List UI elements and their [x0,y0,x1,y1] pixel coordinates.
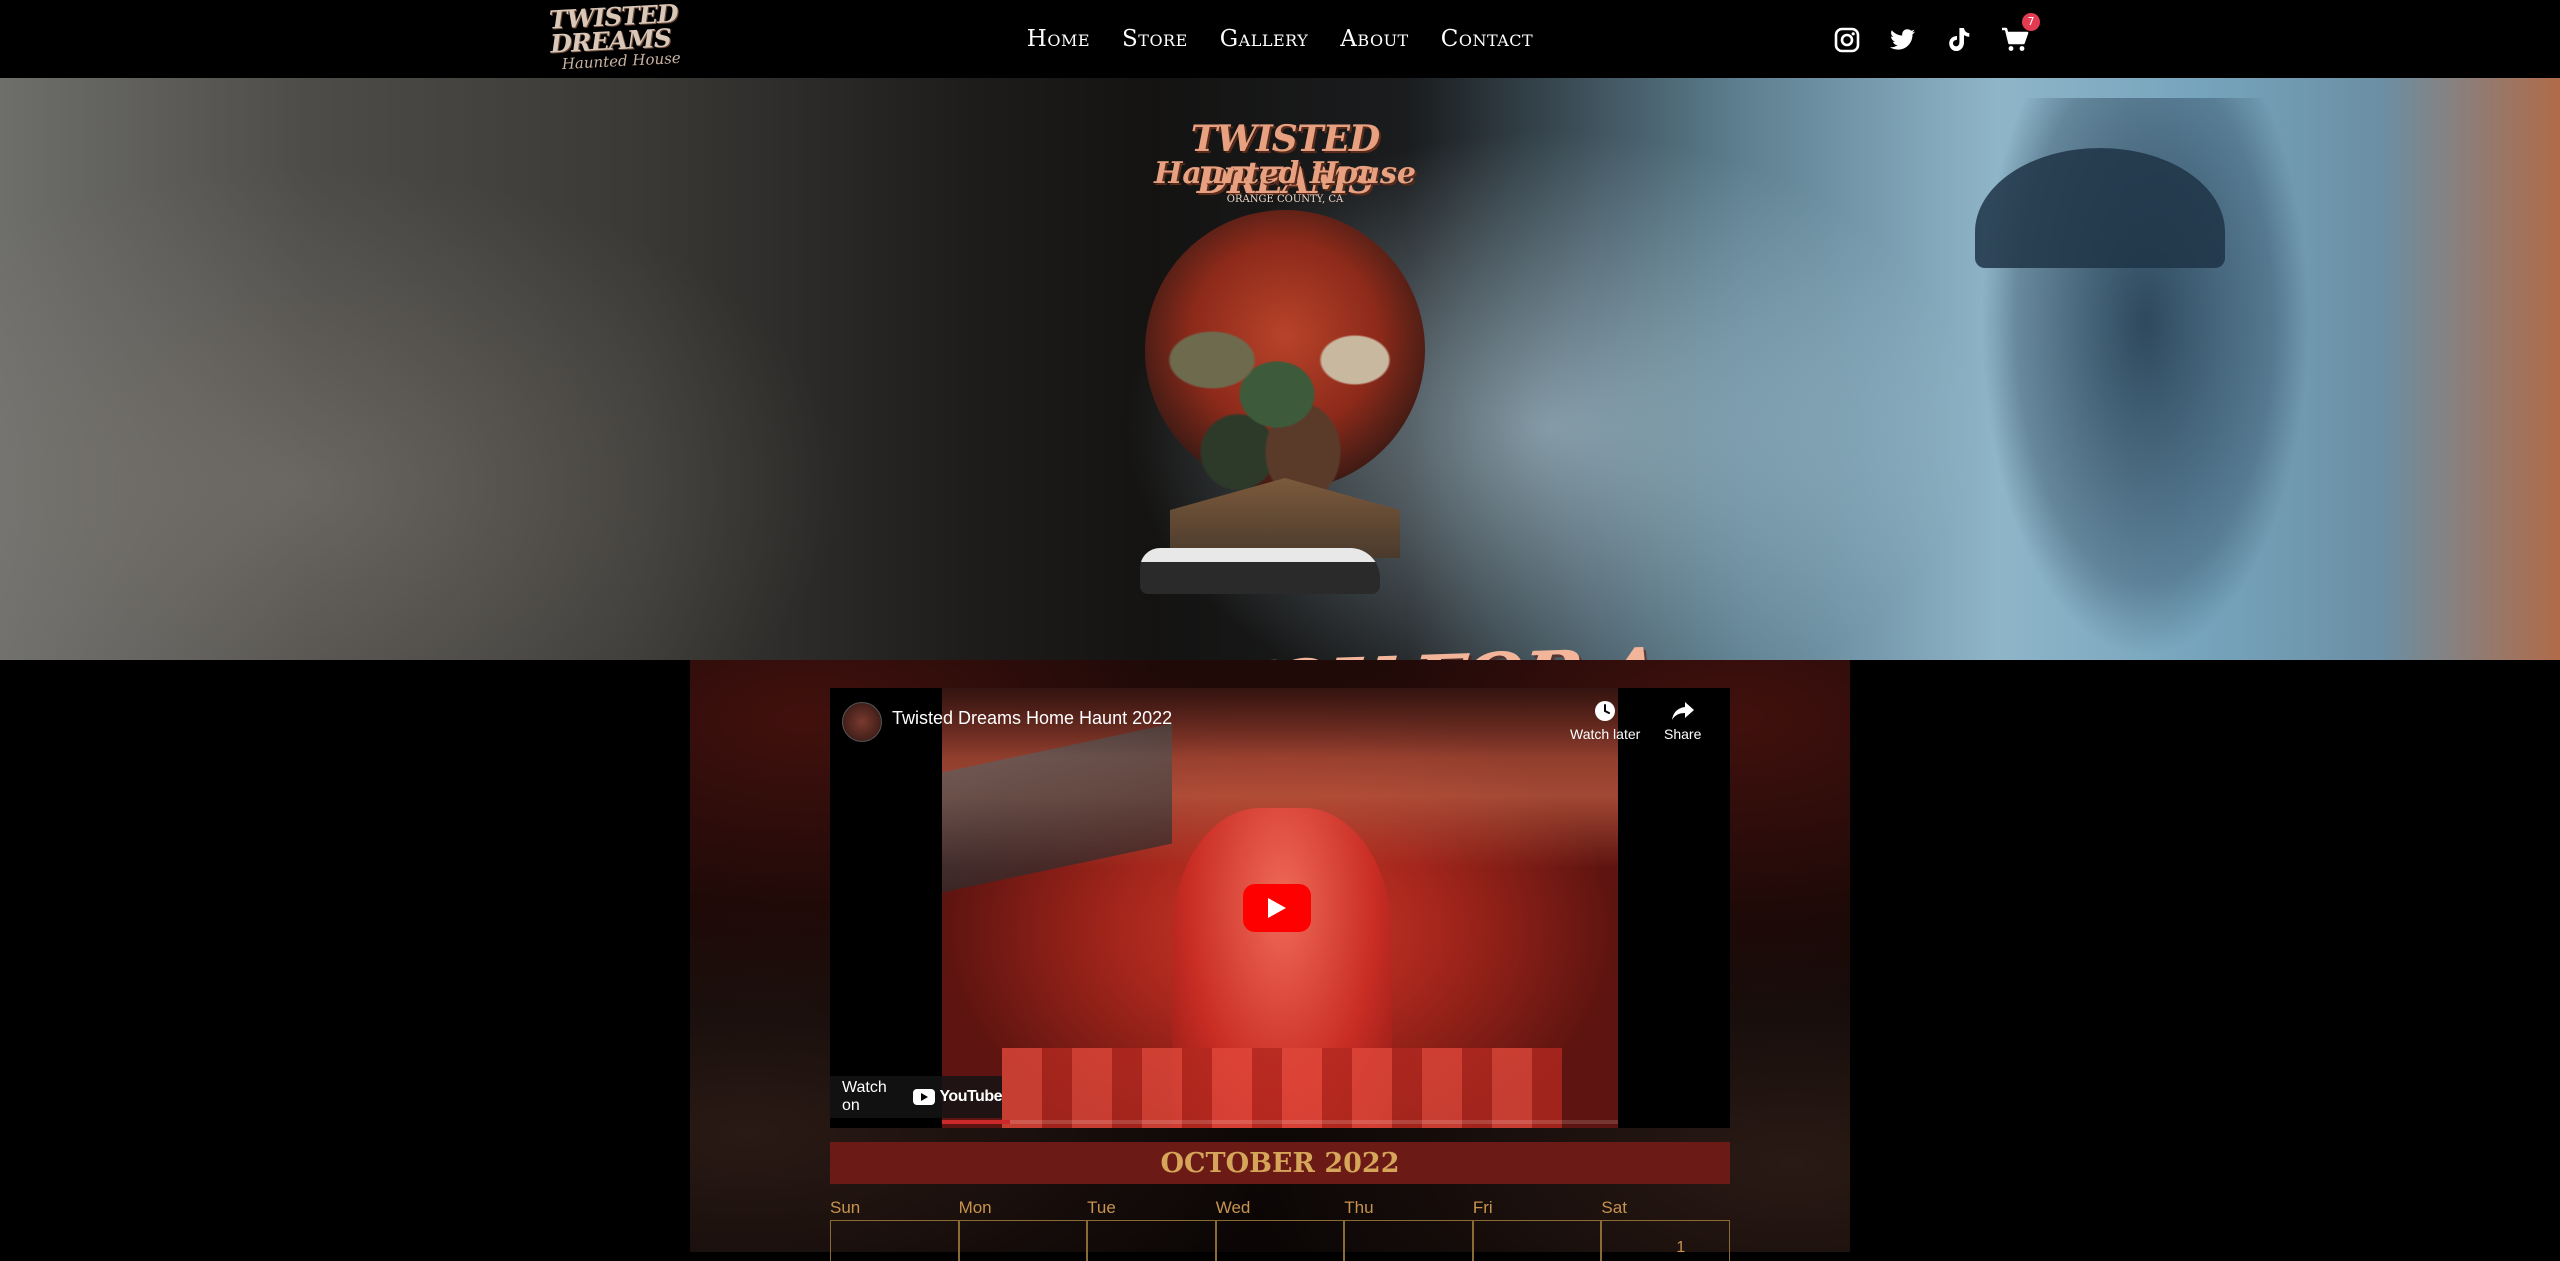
youtube-embed[interactable]: Twisted Dreams Home Haunt 2022 Watch lat… [830,688,1730,1128]
weekday-fri: Fri [1472,1198,1493,1217]
video-title[interactable]: Twisted Dreams Home Haunt 2022 [892,708,1172,729]
weekday-tue: Tue [1087,1198,1116,1217]
weekday-mon: Mon [958,1198,992,1217]
logo-subtitle: Haunted House [561,48,682,74]
poster-subtitle: Haunted House [1154,156,1416,191]
instagram-icon[interactable] [1830,23,1864,57]
tiktok-icon[interactable] [1942,23,1976,57]
video-progress-bar[interactable] [942,1120,1618,1124]
play-icon [1268,898,1286,918]
site-logo[interactable]: TWISTED DREAMS Haunted House [548,0,691,73]
hero-banner: TWISTED DREAMS Haunted House ORANGE COUN… [0,78,2560,660]
twitter-icon[interactable] [1886,23,1920,57]
calendar-cell-oct-1[interactable]: 1 [1601,1220,1730,1261]
calendar-cell[interactable] [1472,1220,1602,1261]
channel-avatar[interactable] [842,702,882,742]
share-icon [1671,702,1694,720]
weekday-thu: Thu [1344,1198,1374,1217]
nav-about[interactable]: About [1340,26,1408,52]
calendar-weekday-row: Sun Mon Tue Wed Thu Fri Sat [830,1198,1730,1218]
cart-count-badge: 7 [2022,13,2040,31]
hero-poster: TWISTED DREAMS Haunted House ORANGE COUN… [1130,118,1440,598]
calendar-month-title: OCTOBER 2022 [830,1142,1730,1184]
calendar-cell[interactable] [1344,1220,1473,1261]
nav-store[interactable]: Store [1122,26,1188,52]
social-links: 7 [1830,13,2040,60]
weekday-wed: Wed [1215,1198,1251,1217]
nav-contact[interactable]: Contact [1441,26,1533,52]
nav-gallery[interactable]: Gallery [1220,26,1308,52]
logo-title: TWISTED DREAMS [548,0,679,59]
calendar-cell[interactable] [830,1220,959,1261]
calendar-cell[interactable] [1087,1220,1216,1261]
watch-on-label: Watch on [842,1079,887,1114]
play-button[interactable] [1243,884,1311,932]
watch-later-button[interactable]: Watch later [1570,700,1640,742]
calendar-cell[interactable] [958,1220,1088,1261]
cart-icon[interactable]: 7 [1998,13,2040,57]
poster-location: ORANGE COUNTY, CA [1226,194,1344,205]
nav-home[interactable]: Home [1027,26,1090,52]
main-nav: Home Store Gallery About Contact [1000,0,1560,78]
video-progress-fill [942,1120,1010,1124]
weekday-sat: Sat [1601,1198,1627,1217]
clock-icon [1595,701,1616,721]
weekday-sun: Sun [830,1198,861,1217]
top-navbar: TWISTED DREAMS Haunted House Home Store … [0,0,2560,78]
share-button[interactable]: Share [1664,700,1701,742]
watch-on-youtube-button[interactable]: Watch on YouTube [830,1076,1002,1118]
calendar-cell[interactable] [1215,1220,1345,1261]
calendar-grid: 1 [830,1220,1730,1261]
poster-hearse [1140,548,1380,594]
youtube-logo: YouTube [913,1088,1002,1106]
